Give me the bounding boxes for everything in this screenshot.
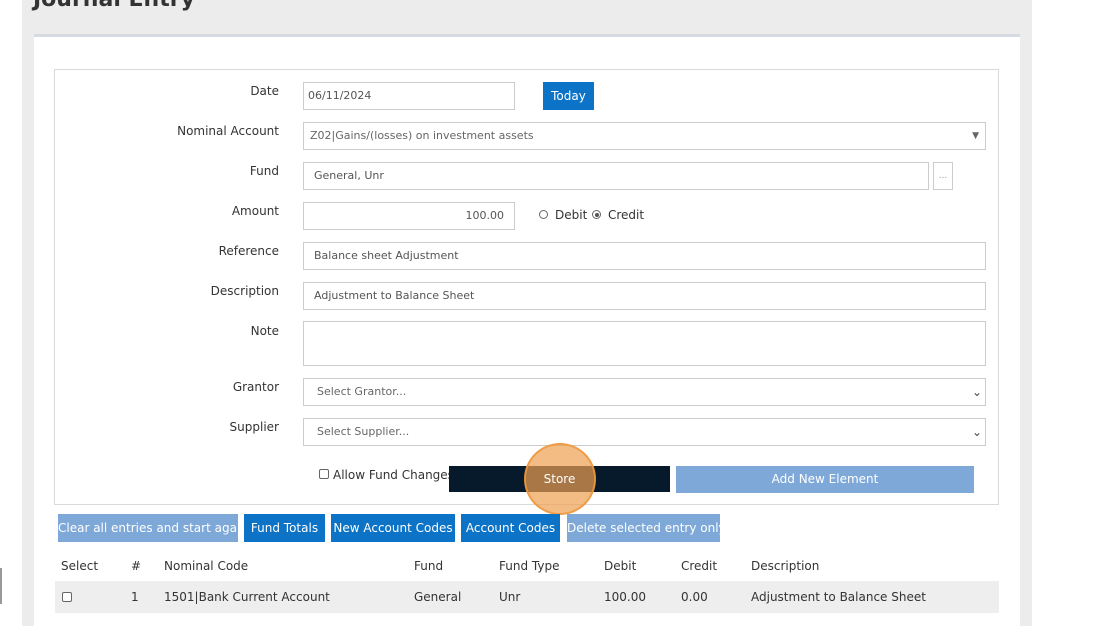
fund-input[interactable]: General, Unr xyxy=(303,162,929,190)
amount-input[interactable]: 100.00 xyxy=(303,202,515,230)
store-button[interactable] xyxy=(449,466,670,492)
row-nominal-code: 1501|Bank Current Account xyxy=(164,590,330,604)
add-new-element-button[interactable]: Add New Element xyxy=(676,466,974,493)
col-credit-header: Credit xyxy=(681,559,718,573)
supplier-label: Supplier xyxy=(229,420,279,434)
nominal-account-value: Z02|Gains/(losses) on investment assets xyxy=(310,129,534,142)
delete-selected-button[interactable]: Delete selected entry only xyxy=(567,514,726,542)
allow-fund-changes-checkbox[interactable] xyxy=(319,469,329,479)
allow-fund-changes-label: Allow Fund Changes xyxy=(333,468,454,482)
credit-radio-label: Credit xyxy=(608,208,645,222)
col-description-header: Description xyxy=(751,559,820,573)
row-fund: General xyxy=(414,590,462,604)
fund-browse-button[interactable]: ... xyxy=(933,162,953,190)
note-label: Note xyxy=(250,324,279,338)
note-textarea[interactable] xyxy=(303,321,986,366)
today-button[interactable]: Today xyxy=(543,82,594,110)
col-select-header: Select xyxy=(61,559,99,573)
nominal-account-select[interactable]: Z02|Gains/(losses) on investment assets … xyxy=(303,122,986,150)
page-title: Journal Entry xyxy=(33,0,195,12)
col-fund-type-header: Fund Type xyxy=(499,559,560,573)
description-input[interactable]: Adjustment to Balance Sheet xyxy=(303,282,986,310)
row-credit: 0.00 xyxy=(681,590,708,604)
reference-input[interactable]: Balance sheet Adjustment xyxy=(303,242,986,270)
debit-radio-label: Debit xyxy=(555,208,588,222)
credit-radio[interactable] xyxy=(592,210,601,219)
debit-radio[interactable] xyxy=(539,210,548,219)
grantor-label: Grantor xyxy=(232,380,279,394)
fund-label: Fund xyxy=(249,164,279,178)
caret-down-icon: ▼ xyxy=(972,131,979,141)
col-nominal-code-header: Nominal Code xyxy=(164,559,249,573)
nominal-account-label: Nominal Account xyxy=(177,124,279,138)
col-fund-header: Fund xyxy=(414,559,444,573)
date-label: Date xyxy=(250,84,279,98)
account-codes-button[interactable]: Account Codes xyxy=(461,514,560,542)
row-debit: 100.00 xyxy=(604,590,646,604)
chevron-down-icon: ⌄ xyxy=(971,385,982,399)
reference-label: Reference xyxy=(218,244,279,258)
fund-totals-button[interactable]: Fund Totals xyxy=(244,514,325,542)
supplier-placeholder: Select Supplier... xyxy=(317,425,410,438)
row-description: Adjustment to Balance Sheet xyxy=(751,590,926,604)
clear-all-button[interactable]: Clear all entries and start again xyxy=(58,514,248,542)
grantor-placeholder: Select Grantor... xyxy=(317,385,407,398)
col-num-header: # xyxy=(131,559,142,573)
date-input[interactable]: 06/11/2024 xyxy=(303,82,515,110)
window-edge xyxy=(0,568,2,604)
new-account-codes-button[interactable]: New Account Codes xyxy=(331,514,455,542)
row-select-checkbox[interactable] xyxy=(62,592,72,602)
amount-label: Amount xyxy=(231,204,279,218)
row-num: 1 xyxy=(131,590,139,604)
row-fund-type: Unr xyxy=(499,590,521,604)
grantor-select[interactable]: Select Grantor... ⌄ xyxy=(303,378,986,406)
description-label: Description xyxy=(210,284,279,298)
col-debit-header: Debit xyxy=(604,559,637,573)
chevron-down-icon: ⌄ xyxy=(971,425,982,439)
supplier-select[interactable]: Select Supplier... ⌄ xyxy=(303,418,986,446)
